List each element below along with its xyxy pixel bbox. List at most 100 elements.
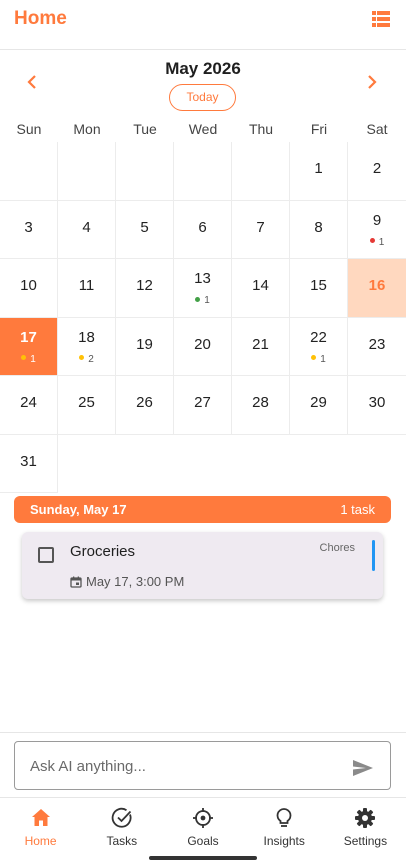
selected-day-header: Sunday, May 17 1 task xyxy=(14,496,391,523)
calendar-day-cell[interactable]: 16 xyxy=(348,259,406,318)
day-number: 29 xyxy=(310,394,327,411)
day-number: 13 xyxy=(194,270,211,287)
calendar-day-cell[interactable]: 10 xyxy=(0,259,58,318)
ai-input[interactable] xyxy=(30,755,330,777)
task-checkbox[interactable] xyxy=(38,547,54,563)
calendar-day-cell[interactable]: 20 xyxy=(174,317,232,376)
calendar-day-cell[interactable]: 21 xyxy=(232,317,290,376)
calendar-empty-cell xyxy=(174,142,232,201)
event-indicator: 1 xyxy=(290,354,347,365)
calendar-day-cell[interactable]: 24 xyxy=(0,376,58,435)
day-number: 17 xyxy=(20,328,37,346)
event-dot xyxy=(79,355,85,361)
calendar-day-cell[interactable]: 7 xyxy=(232,200,290,259)
event-count: 1 xyxy=(204,295,210,306)
calendar-day-cell[interactable]: 13 1 xyxy=(174,259,232,318)
task-name: Groceries xyxy=(70,543,136,560)
task-category: Chores xyxy=(319,542,355,554)
calendar-day-cell[interactable]: 14 xyxy=(232,259,290,318)
weekday-label: Wed xyxy=(188,121,218,137)
calendar-day-cell[interactable]: 25 xyxy=(58,376,116,435)
calendar-day-cell[interactable]: 26 xyxy=(116,376,174,435)
event-count: 1 xyxy=(320,353,326,365)
day-number: 31 xyxy=(20,452,37,470)
task-due: May 17, 3:00 PM xyxy=(70,574,184,589)
day-number: 3 xyxy=(24,218,33,236)
month-label: May 2026 xyxy=(165,59,241,78)
calendar-day-cell[interactable]: 30 xyxy=(348,376,406,435)
calendar-day-cell[interactable]: 28 xyxy=(232,376,290,435)
nav-label: Settings xyxy=(343,834,388,848)
day-number: 6 xyxy=(198,218,207,236)
today-button[interactable]: Today xyxy=(169,84,236,111)
day-number: 28 xyxy=(252,394,269,411)
calendar-day-cell[interactable]: 15 xyxy=(290,259,348,318)
calendar-day-cell[interactable]: 12 xyxy=(116,259,174,318)
calendar-day-cell[interactable]: 91 xyxy=(348,201,406,259)
calendar-day-cell[interactable]: 5 xyxy=(116,200,174,259)
calendar-day-cell[interactable]: 22 1 xyxy=(290,317,348,376)
day-number: 10 xyxy=(20,277,37,294)
nav-label: Tasks xyxy=(106,834,138,848)
day-number: 23 xyxy=(368,335,386,353)
calendar-day-cell[interactable]: 4 xyxy=(58,200,116,259)
day-number: 26 xyxy=(136,394,153,411)
calendar-day-cell[interactable]: 18 2 xyxy=(58,317,116,376)
nav-label: Goals xyxy=(187,834,219,848)
weekday-label: Tue xyxy=(133,121,157,137)
weekday-label: Thu xyxy=(248,121,274,137)
month-navigator: May 2026 Today xyxy=(0,56,406,114)
calendar-day-cell[interactable]: 19 xyxy=(116,317,174,376)
day-number: 20 xyxy=(194,335,211,353)
day-number: 24 xyxy=(20,394,37,411)
event-count: 1 xyxy=(30,353,36,365)
weekday-label: Mon xyxy=(73,121,101,137)
event-dot xyxy=(195,296,201,302)
gesture-bar xyxy=(149,856,257,860)
calendar-week-row: 12 xyxy=(0,142,406,201)
calendar-day-cell[interactable]: 3 xyxy=(0,200,58,259)
calendar-day-cell[interactable]: 8 xyxy=(290,200,348,259)
gear-icon xyxy=(355,808,376,828)
day-number: 19 xyxy=(136,335,153,353)
day-number: 22 xyxy=(310,328,327,346)
day-number: 5 xyxy=(140,218,149,236)
day-number: 2 xyxy=(372,160,382,177)
calendar-day-cell[interactable]: 6 xyxy=(174,200,232,259)
calendar-grid: 1 2 3 4 5 6 7 8 9 1 10 11 12 13 1 14 15 16 17 1 18 2 19 20 21 22 1… xyxy=(0,142,406,493)
calendar-day-cell[interactable]: 31 xyxy=(0,434,58,493)
calendar-empty-cell xyxy=(290,435,348,494)
weekday-header: Sun Mon Tue Wed Thu Fri Sat xyxy=(0,118,406,142)
nav-item-home[interactable]: Home xyxy=(0,798,81,865)
nav-item-settings[interactable]: Settings xyxy=(325,798,406,865)
calendar-day-cell[interactable]: 17 1 xyxy=(0,317,58,376)
page-title: Home xyxy=(14,8,67,29)
chevron-right-icon[interactable] xyxy=(364,74,380,90)
list-view-icon[interactable] xyxy=(372,11,390,27)
weekday-label: Sat xyxy=(366,121,388,137)
calendar-day-cell[interactable]: 1 xyxy=(290,142,348,201)
calendar-day-cell[interactable]: 29 xyxy=(290,376,348,435)
nav-item-insights[interactable]: Insights xyxy=(244,798,325,865)
weekday-label: Sun xyxy=(16,121,42,137)
nav-label: Home xyxy=(24,834,57,848)
calendar-empty-cell xyxy=(174,435,232,494)
day-number: 11 xyxy=(78,277,95,294)
calendar-week-row: 24 25 26 27 28 29 30 xyxy=(0,376,406,435)
send-icon[interactable] xyxy=(352,759,374,777)
day-number: 27 xyxy=(194,394,211,411)
calendar-day-cell[interactable]: 27 xyxy=(174,376,232,435)
day-number: 30 xyxy=(368,394,386,411)
nav-item-goals[interactable]: Goals xyxy=(162,798,243,865)
calendar-day-cell[interactable]: 23 xyxy=(348,318,406,376)
ai-input-box xyxy=(14,741,391,790)
task-card[interactable]: Groceries Chores May 17, 3:00 PM xyxy=(22,532,383,599)
calendar-day-cell[interactable]: 2 xyxy=(348,142,406,201)
task-count-label: 1 task xyxy=(340,502,375,517)
calendar-day-cell[interactable]: 11 xyxy=(58,259,116,318)
calendar-week-row: 17 1 18 2 19 20 21 22 1 23 xyxy=(0,317,406,376)
calendar-empty-cell xyxy=(232,142,290,201)
nav-item-tasks[interactable]: Tasks xyxy=(81,798,162,865)
day-number: 7 xyxy=(256,218,265,236)
nav-label: Insights xyxy=(263,834,305,848)
